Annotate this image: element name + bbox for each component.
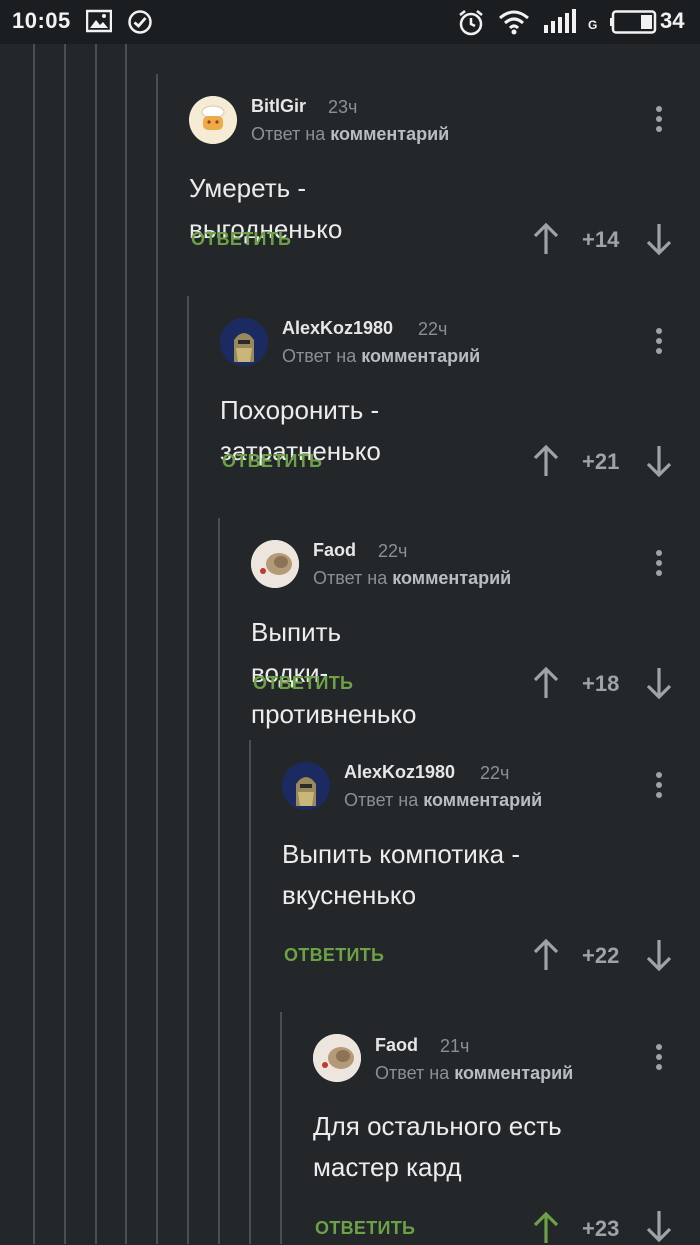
thread-line (249, 740, 251, 1244)
thread-line (33, 44, 35, 1244)
upvote-arrow-icon[interactable] (532, 1211, 560, 1245)
comment-username[interactable]: Faod (375, 1035, 418, 1056)
comment-username[interactable]: Faod (313, 540, 356, 561)
more-options-icon[interactable] (654, 772, 664, 802)
reply-button[interactable]: ОТВЕТИТЬ (191, 229, 291, 250)
reply-to-link[interactable]: Ответ на комментарий (282, 346, 480, 367)
reply-to-link[interactable]: Ответ на комментарий (251, 124, 449, 145)
network-type: G (588, 18, 598, 32)
thread-line (280, 1012, 282, 1244)
thread-line (156, 74, 158, 1244)
alarm-icon (459, 10, 483, 36)
downvote-arrow-icon[interactable] (645, 222, 673, 256)
reply-to-link[interactable]: Ответ на комментарий (313, 568, 511, 589)
comment-score: +22 (582, 943, 620, 968)
reply-button[interactable]: ОТВЕТИТЬ (284, 945, 384, 966)
avatar[interactable] (189, 96, 237, 144)
thread-line (125, 44, 127, 1244)
comment-time: 21ч (440, 1036, 470, 1056)
avatar[interactable] (220, 318, 268, 366)
downvote-arrow-icon[interactable] (645, 444, 673, 478)
comment-time: 22ч (378, 541, 408, 561)
image-icon (86, 9, 112, 33)
comment-time: 22ч (480, 763, 510, 783)
reply-button[interactable]: ОТВЕТИТЬ (253, 673, 353, 694)
comment-score: +21 (582, 449, 620, 474)
thread-line (218, 518, 220, 1244)
reply-button[interactable]: ОТВЕТИТЬ (315, 1218, 415, 1239)
status-time: 10:05 (12, 8, 71, 33)
reply-to-link[interactable]: Ответ на комментарий (344, 790, 542, 811)
thread-line (95, 44, 97, 1244)
upvote-arrow-icon[interactable] (532, 222, 560, 256)
thread-line (64, 44, 66, 1244)
downvote-arrow-icon[interactable] (645, 1209, 673, 1243)
comment-username[interactable]: BitlGir (251, 96, 306, 117)
comment-text: Для остального есть мастер кард (313, 1111, 562, 1182)
avatar[interactable] (313, 1034, 361, 1082)
comment-text: Выпить компотика - вкусненько (282, 839, 520, 910)
reply-to-link[interactable]: Ответ на комментарий (375, 1063, 573, 1084)
upvote-arrow-icon[interactable] (532, 666, 560, 700)
comment-score: +14 (582, 227, 620, 252)
more-options-icon[interactable] (654, 106, 664, 136)
comment-username[interactable]: AlexKoz1980 (282, 318, 393, 339)
status-bar: 10:05 G 34 (0, 0, 700, 44)
upvote-arrow-icon[interactable] (532, 938, 560, 972)
comment-score: +23 (582, 1216, 620, 1241)
more-options-icon[interactable] (654, 328, 664, 358)
downvote-arrow-icon[interactable] (645, 938, 673, 972)
downvote-arrow-icon[interactable] (645, 666, 673, 700)
more-options-icon[interactable] (654, 550, 664, 580)
battery-icon (610, 10, 657, 34)
battery-level: 34 (660, 8, 685, 33)
thread-line (187, 296, 189, 1244)
avatar[interactable] (282, 762, 330, 810)
comment-score: +18 (582, 671, 620, 696)
comment-username[interactable]: AlexKoz1980 (344, 762, 455, 783)
signal-icon (544, 9, 576, 33)
check-circle-icon (128, 10, 152, 34)
more-options-icon[interactable] (654, 1044, 664, 1074)
upvote-arrow-icon[interactable] (532, 444, 560, 478)
comment-time: 23ч (328, 97, 358, 117)
wifi-icon (499, 10, 529, 35)
reply-button[interactable]: ОТВЕТИТЬ (222, 451, 322, 472)
comment-time: 22ч (418, 319, 448, 339)
avatar[interactable] (251, 540, 299, 588)
